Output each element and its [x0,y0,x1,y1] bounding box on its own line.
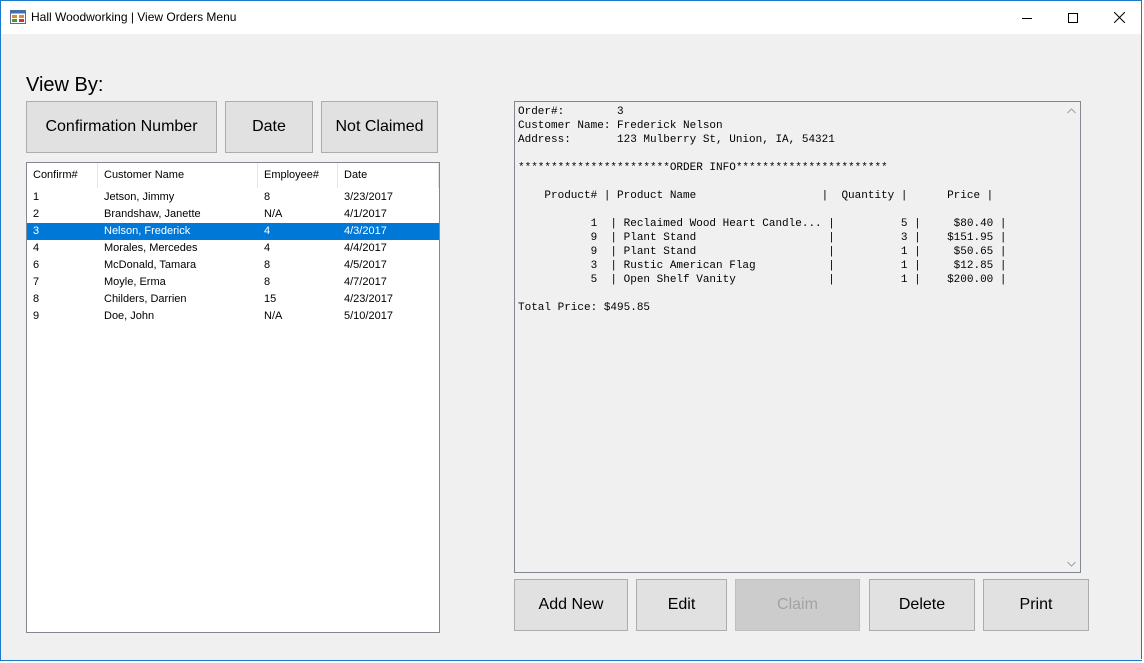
maximize-button[interactable] [1050,1,1096,34]
column-header-date[interactable]: Date [338,163,439,188]
vertical-scrollbar[interactable] [1063,102,1080,572]
cell-date: 5/10/2017 [344,310,393,322]
table-row[interactable]: 6 McDonald, Tamara 8 4/5/2017 [27,257,439,274]
column-header-confirm[interactable]: Confirm# [27,163,98,188]
cell-customer-name: Morales, Mercedes [104,242,198,254]
minimize-icon [1022,17,1032,19]
cell-customer-name: Nelson, Frederick [104,225,191,237]
order-details-textbox[interactable]: Order#: 3 Customer Name: Frederick Nelso… [514,101,1081,573]
table-row[interactable]: 8 Childers, Darrien 15 4/23/2017 [27,291,439,308]
cell-customer-name: Jetson, Jimmy [104,191,175,203]
cell-employee: 4 [264,242,271,254]
cell-customer-name: Brandshaw, Janette [104,208,201,220]
add-new-button[interactable]: Add New [514,579,628,631]
maximize-icon [1068,12,1078,23]
window-bottom-edge [2,659,1142,660]
date-button[interactable]: Date [225,101,313,153]
cell-employee: 15 [264,293,277,305]
scroll-down-button[interactable] [1063,555,1080,572]
cell-employee: 8 [264,276,271,288]
not-claimed-button[interactable]: Not Claimed [321,101,438,153]
table-row[interactable]: 4 Morales, Mercedes 4 4/4/2017 [27,240,439,257]
cell-confirm: 4 [33,242,40,254]
table-row[interactable]: 7 Moyle, Erma 8 4/7/2017 [27,274,439,291]
cell-employee: 8 [264,259,271,271]
cell-confirm: 8 [33,293,40,305]
close-button[interactable] [1096,1,1142,34]
column-header-customer-name[interactable]: Customer Name [98,163,258,188]
window-title: Hall Woodworking | View Orders Menu [31,10,237,24]
claim-button[interactable]: Claim [735,579,860,631]
cell-date: 4/4/2017 [344,242,387,254]
cell-date: 4/23/2017 [344,293,393,305]
cell-employee: N/A [264,310,283,322]
list-header: Confirm# Customer Name Employee# Date [27,163,439,188]
order-details-text: Order#: 3 Customer Name: Frederick Nelso… [518,106,1007,314]
minimize-button[interactable] [1004,1,1050,34]
app-form-icon [10,10,26,24]
cell-customer-name: Doe, John [104,310,155,322]
cell-date: 4/5/2017 [344,259,387,271]
table-row[interactable]: 9 Doe, John N/A 5/10/2017 [27,308,439,325]
cell-date: 3/23/2017 [344,191,393,203]
table-row[interactable]: 2 Brandshaw, Janette N/A 4/1/2017 [27,206,439,223]
table-row[interactable]: 1 Jetson, Jimmy 8 3/23/2017 [27,189,439,206]
title-bar[interactable]: Hall Woodworking | View Orders Menu [1,1,1141,34]
cell-confirm: 2 [33,208,40,220]
chevron-down-icon [1067,561,1076,567]
scroll-up-button[interactable] [1063,102,1080,119]
cell-date: 4/3/2017 [344,225,387,237]
column-header-employee[interactable]: Employee# [258,163,338,188]
cell-date: 4/7/2017 [344,276,387,288]
delete-button[interactable]: Delete [869,579,975,631]
edit-button[interactable]: Edit [636,579,727,631]
confirmation-number-button[interactable]: Confirmation Number [26,101,217,153]
cell-employee: 8 [264,191,271,203]
table-row[interactable]: 3 Nelson, Frederick 4 4/3/2017 [27,223,439,240]
cell-confirm: 9 [33,310,40,322]
orders-window: Hall Woodworking | View Orders Menu View… [0,0,1142,661]
cell-date: 4/1/2017 [344,208,387,220]
view-by-label: View By: [26,74,104,96]
cell-employee: 4 [264,225,271,237]
cell-employee: N/A [264,208,283,220]
cell-customer-name: Moyle, Erma [104,276,166,288]
close-icon [1113,12,1125,23]
orders-list[interactable]: Confirm# Customer Name Employee# Date 1 J… [26,162,440,633]
print-button[interactable]: Print [983,579,1089,631]
cell-confirm: 1 [33,191,40,203]
cell-customer-name: McDonald, Tamara [104,259,197,271]
cell-customer-name: Childers, Darrien [104,293,187,305]
cell-confirm: 6 [33,259,40,271]
cell-confirm: 3 [33,225,40,237]
chevron-up-icon [1067,107,1076,113]
cell-confirm: 7 [33,276,40,288]
